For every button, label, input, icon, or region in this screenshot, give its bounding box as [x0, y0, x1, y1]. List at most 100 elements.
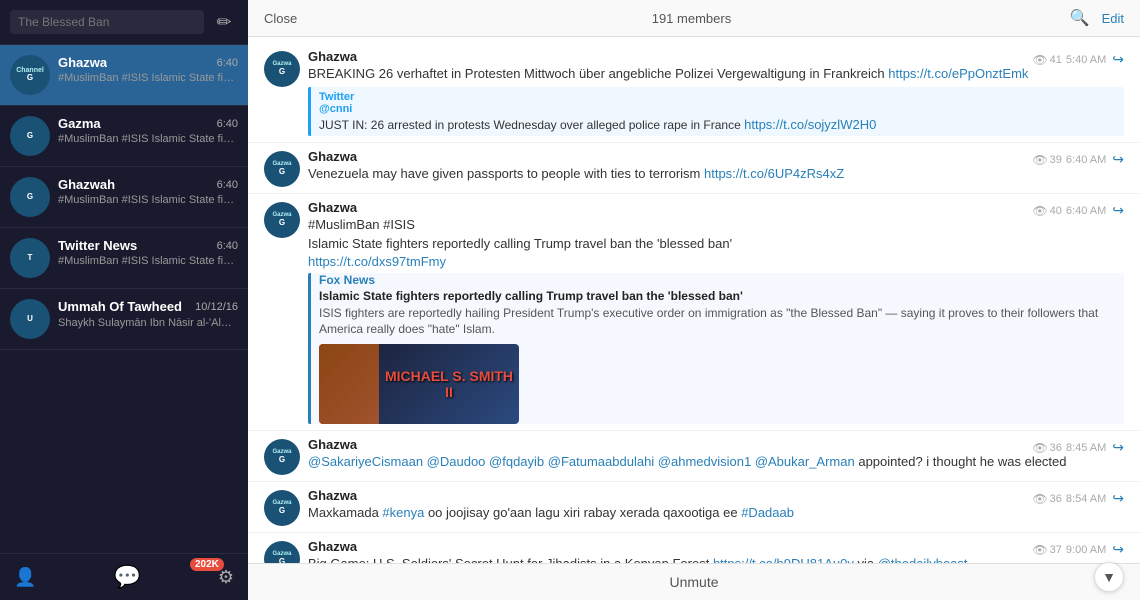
chat-info: Twitter News 6:40 #MuslimBan #ISIS Islam… — [58, 238, 238, 267]
message-divider — [248, 142, 1140, 143]
avatar-initials: Gazwa G — [272, 500, 291, 515]
chat-preview: #MuslimBan #ISIS Islamic State fighters … — [58, 255, 238, 267]
chat-item-ghazwa1[interactable]: Channel G Ghazwa 6:40 #MuslimBan #ISIS I… — [0, 45, 248, 106]
profile-icon[interactable]: 👤 — [14, 567, 36, 588]
twitter-embed: Twitter@cnni JUST IN: 26 arrested in pro… — [308, 87, 1124, 136]
message-divider — [248, 532, 1140, 533]
chat-time: 6:40 — [217, 240, 238, 252]
msg-text: #MuslimBan #ISIS — [308, 216, 1124, 234]
header-icons: 🔍 Edit — [1070, 8, 1124, 28]
close-button[interactable]: Close — [264, 11, 297, 26]
forward-icon[interactable]: ↪ — [1112, 202, 1124, 219]
twitter-link[interactable]: https://t.co/sojyzlW2H0 — [744, 117, 876, 132]
view-count: 40 — [1050, 205, 1062, 217]
avatar-label: Channel G — [16, 67, 44, 83]
msg-link[interactable]: https://t.co/dxs97tmFmy — [308, 254, 446, 269]
via-link[interactable]: @thedailybeast — [878, 556, 968, 563]
avatar-initials: Gazwa G — [272, 212, 291, 227]
msg-meta: 👁 40 6:40 AM ↪ — [1032, 202, 1124, 219]
msg-text: BREAKING 26 verhaftet in Protesten Mittw… — [308, 65, 1124, 83]
eye-icon: 👁 — [1032, 53, 1047, 67]
msg-time: 8:45 AM — [1066, 442, 1106, 454]
chat-info: Ghazwah 6:40 #MuslimBan #ISIS Islamic St… — [58, 177, 238, 206]
view-count: 41 — [1050, 54, 1062, 66]
compose-button[interactable]: ✏ — [210, 8, 238, 36]
members-count: 191 members — [313, 11, 1069, 26]
msg-meta: 👁 37 9:00 AM ↪ — [1032, 541, 1124, 558]
messages-icon: 💬 — [113, 564, 140, 590]
message-row: Gazwa G Ghazwa @SakariyeCismaan @Daudoo … — [248, 433, 1140, 479]
msg-text: Venezuela may have given passports to pe… — [308, 165, 1124, 183]
msg-views: 👁 36 — [1032, 441, 1061, 455]
chat-preview: #MuslimBan #ISIS Islamic State fighters … — [58, 194, 238, 206]
message-divider — [248, 193, 1140, 194]
avatar-initials: Gazwa G — [272, 61, 291, 76]
chat-preview: #MuslimBan #ISIS Islamic State fighters … — [58, 72, 238, 84]
chat-time: 6:40 — [217, 57, 238, 69]
forward-icon[interactable]: ↪ — [1112, 51, 1124, 68]
chat-name: Twitter News — [58, 238, 137, 253]
chat-preview: #MuslimBan #ISIS Islamic State fighters … — [58, 133, 238, 145]
msg-avatar: Gazwa G — [264, 151, 300, 187]
msg-text: Big Game: U.S. Soldiers' Secret Hunt for… — [308, 555, 1124, 563]
fox-body: ISIS fighters are reportedly hailing Pre… — [319, 305, 1124, 339]
msg-content: Ghazwa BREAKING 26 verhaftet in Proteste… — [308, 49, 1124, 136]
msg-sender: Ghazwa — [308, 539, 357, 554]
avatar-label: T — [28, 254, 33, 263]
forward-icon[interactable]: ↪ — [1112, 490, 1124, 507]
msg-avatar: Gazwa G — [264, 202, 300, 238]
search-input[interactable] — [10, 10, 204, 34]
chat-item-ghazwah[interactable]: G Ghazwah 6:40 #MuslimBan #ISIS Islamic … — [0, 167, 248, 228]
chat-list: Channel G Ghazwa 6:40 #MuslimBan #ISIS I… — [0, 45, 248, 350]
chat-item-twitter-news[interactable]: T Twitter News 6:40 #MuslimBan #ISIS Isl… — [0, 228, 248, 289]
msg-text: Maxkamada #kenya oo joojisay go'aan lagu… — [308, 504, 1124, 522]
fox-news-embed: Fox News Islamic State fighters reported… — [308, 273, 1124, 425]
forward-icon[interactable]: ↪ — [1112, 151, 1124, 168]
fox-source: Fox News — [319, 273, 1124, 287]
chat-info: Ummah Of Tawheed 10/12/16 Shaykh Sulaymā… — [58, 299, 238, 329]
msg-link[interactable]: https://t.co/ePpOnztEmk — [888, 66, 1028, 81]
msg-content: Ghazwa Big Game: U.S. Soldiers' Secret H… — [308, 539, 1124, 563]
forward-icon[interactable]: ↪ — [1112, 439, 1124, 456]
message-row: Gazwa G Ghazwa #MuslimBan #ISISIslamic S… — [248, 196, 1140, 428]
messages-badge-button[interactable]: 💬 202K — [36, 564, 217, 590]
msg-content: Ghazwa @SakariyeCismaan @Daudoo @fqdayib… — [308, 437, 1124, 471]
msg-sender: Ghazwa — [308, 437, 357, 452]
avatar-initials: Gazwa G — [272, 551, 291, 563]
chat-time: 6:40 — [217, 179, 238, 191]
msg-avatar: Gazwa G — [264, 490, 300, 526]
msg-time: 9:00 AM — [1066, 544, 1106, 556]
message-row: Gazwa G Ghazwa Big Game: U.S. Soldiers' … — [248, 535, 1140, 563]
chat-footer: Unmute ▼ — [248, 563, 1140, 600]
msg-link[interactable]: https://t.co/6UP4zRs4xZ — [704, 166, 844, 181]
msg-avatar: Gazwa G — [264, 439, 300, 475]
sidebar-header: ✏ — [0, 0, 248, 45]
msg-sender: Ghazwa — [308, 488, 357, 503]
search-icon[interactable]: 🔍 — [1070, 8, 1090, 28]
message-divider — [248, 430, 1140, 431]
chat-name: Ghazwa — [58, 55, 107, 70]
avatar-label: G — [27, 193, 33, 202]
msg-time: 6:40 AM — [1066, 154, 1106, 166]
msg-views: 👁 39 — [1032, 153, 1061, 167]
chat-item-ummah-tawheed[interactable]: U Ummah Of Tawheed 10/12/16 Shaykh Sulay… — [0, 289, 248, 350]
view-count: 36 — [1050, 493, 1062, 505]
unmute-button[interactable]: Unmute — [669, 574, 718, 590]
chat-name: Gazma — [58, 116, 101, 131]
forward-icon[interactable]: ↪ — [1112, 541, 1124, 558]
avatar-label: U — [27, 315, 33, 324]
chat-item-gazma[interactable]: G Gazma 6:40 #MuslimBan #ISIS Islamic St… — [0, 106, 248, 167]
msg-avatar: Gazwa G — [264, 51, 300, 87]
twitter-source: Twitter@cnni — [319, 91, 1116, 115]
sidebar: ✏ Channel G Ghazwa 6:40 #MuslimBan #ISIS… — [0, 0, 248, 600]
msg-views: 👁 36 — [1032, 492, 1061, 506]
chat-avatar: G — [10, 116, 50, 156]
avatar-initials: Gazwa G — [272, 449, 291, 464]
chat-preview: Shaykh Sulaymān Ibn Nāsir al-'Alwān(حفظه… — [58, 316, 238, 329]
edit-button[interactable]: Edit — [1102, 11, 1124, 26]
msg-link[interactable]: https://t.co/h9DU81Au0y — [713, 556, 854, 563]
msg-sender: Ghazwa — [308, 200, 357, 215]
chat-avatar: U — [10, 299, 50, 339]
scroll-down-button[interactable]: ▼ — [1094, 562, 1124, 592]
msg-content: Ghazwa Venezuela may have given passport… — [308, 149, 1124, 183]
